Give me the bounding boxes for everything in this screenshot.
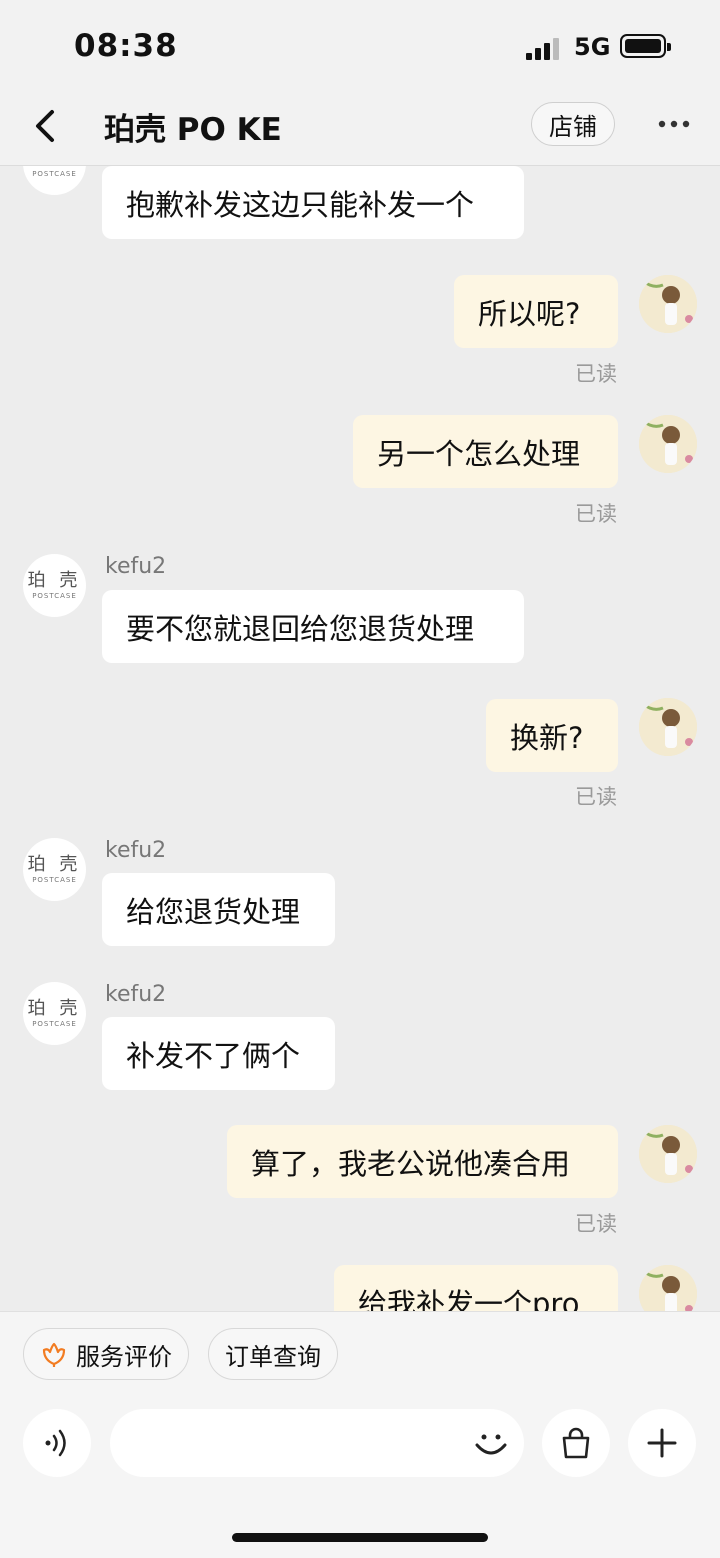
shop-button[interactable]: 店铺 xyxy=(531,102,615,146)
user-avatar[interactable] xyxy=(639,698,697,756)
shop-avatar[interactable]: 珀 壳 POSTCASE xyxy=(23,838,86,901)
message-bubble-outgoing[interactable]: 给我补发一个pro xyxy=(334,1265,618,1311)
read-status: 已读 xyxy=(575,785,617,809)
voice-button[interactable] xyxy=(23,1409,91,1477)
shop-avatar[interactable]: 珀 壳 POSTCASE xyxy=(23,982,86,1045)
shop-avatar[interactable]: 珀 壳 POSTCASE xyxy=(23,554,86,617)
read-status: 已读 xyxy=(575,1212,617,1236)
battery-icon xyxy=(620,34,671,58)
message-bubble-incoming[interactable]: 要不您就退回给您退货处理 xyxy=(102,590,524,663)
input-bar xyxy=(0,1391,720,1558)
message-list[interactable]: 珀 壳 POSTCASE 抱歉补发这边只能补发一个 所以呢? 已读 另一个怎么处… xyxy=(0,166,720,1311)
shopping-bag-button[interactable] xyxy=(542,1409,610,1477)
quick-actions-bar: 服务评价 订单查询 xyxy=(0,1311,720,1391)
status-time: 08:38 xyxy=(74,28,178,64)
message-bubble-outgoing[interactable]: 所以呢? xyxy=(454,275,618,348)
message-bubble-outgoing[interactable]: 算了，我老公说他凑合用 xyxy=(227,1125,618,1198)
message-input[interactable] xyxy=(110,1409,524,1477)
order-query-button[interactable]: 订单查询 xyxy=(208,1328,338,1380)
service-rating-label: 服务评价 xyxy=(76,1342,172,1371)
read-status: 已读 xyxy=(575,502,617,526)
message-bubble-incoming[interactable]: 补发不了俩个 xyxy=(102,1017,335,1090)
sender-name: kefu2 xyxy=(105,554,167,579)
shop-avatar[interactable]: 珀 壳 POSTCASE xyxy=(23,166,86,195)
message-bubble-incoming[interactable]: 抱歉补发这边只能补发一个 xyxy=(102,166,524,239)
shopping-bag-icon xyxy=(562,1427,590,1459)
plus-button[interactable] xyxy=(628,1409,696,1477)
user-avatar[interactable] xyxy=(639,415,697,473)
more-options-icon[interactable] xyxy=(650,106,698,142)
plus-icon xyxy=(647,1428,677,1458)
status-bar: 08:38 5G xyxy=(0,0,720,90)
sender-name: kefu2 xyxy=(105,838,167,863)
flower-icon xyxy=(42,1342,66,1367)
network-type: 5G xyxy=(574,33,611,61)
emoji-icon[interactable] xyxy=(472,1425,510,1463)
chat-header: 珀壳 PO KE 店铺 xyxy=(0,90,720,166)
user-avatar[interactable] xyxy=(639,1265,697,1311)
message-bubble-outgoing[interactable]: 另一个怎么处理 xyxy=(353,415,618,488)
voice-icon xyxy=(45,1429,66,1457)
sender-name: kefu2 xyxy=(105,982,167,1007)
service-rating-button[interactable]: 服务评价 xyxy=(23,1328,189,1380)
user-avatar[interactable] xyxy=(639,1125,697,1183)
user-avatar[interactable] xyxy=(639,275,697,333)
message-bubble-incoming[interactable]: 给您退货处理 xyxy=(102,873,335,946)
back-arrow-icon[interactable] xyxy=(22,102,70,150)
message-bubble-outgoing[interactable]: 换新? xyxy=(486,699,618,772)
read-status: 已读 xyxy=(575,362,617,386)
home-indicator xyxy=(232,1533,488,1542)
signal-icon xyxy=(526,38,559,60)
order-query-label: 订单查询 xyxy=(225,1342,321,1371)
chat-title: 珀壳 PO KE xyxy=(104,112,282,148)
